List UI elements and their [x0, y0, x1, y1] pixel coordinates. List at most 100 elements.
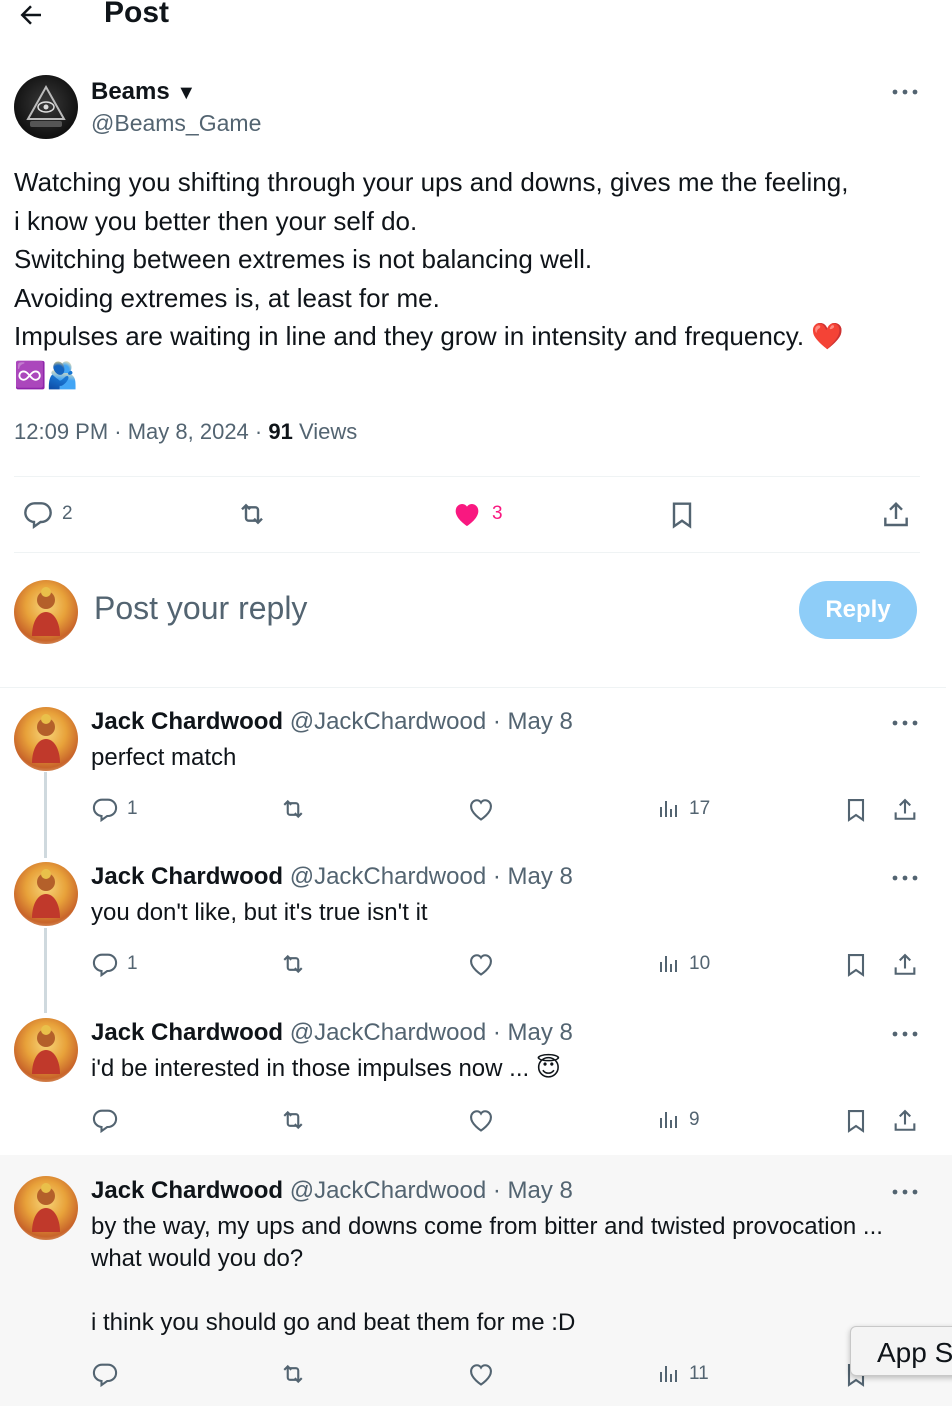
like-icon[interactable] [467, 950, 495, 978]
repost-icon[interactable] [234, 498, 270, 530]
bookmark-icon[interactable] [842, 950, 870, 980]
views-count: 17 [689, 798, 711, 819]
page-title: Post [104, 0, 170, 29]
analytics-icon [657, 795, 681, 823]
more-options-icon[interactable] [890, 711, 920, 735]
reply-avatar[interactable] [14, 1018, 78, 1082]
post-time[interactable]: 12:09 PM · May 8, 2024 · [14, 419, 268, 444]
reply-text: i'd be interested in those impulses now … [91, 1055, 561, 1082]
bookmark-icon[interactable] [842, 1106, 870, 1136]
thread-line [44, 772, 47, 858]
post-text: Watching you shifting through your ups a… [14, 163, 924, 394]
reply-action[interactable] [91, 1360, 127, 1388]
reply-handle[interactable]: @JackChardwood · May 8 [290, 1019, 573, 1046]
author-handle[interactable]: @Beams_Game [91, 110, 261, 137]
share-icon[interactable] [891, 795, 919, 825]
like-count: 3 [492, 503, 503, 524]
heart-emoji: ❤️ [811, 321, 844, 351]
reply-icon [91, 795, 119, 823]
reply-handle[interactable]: @JackChardwood · May 8 [290, 708, 573, 735]
reply-line: i think you should go and beat them for … [91, 1309, 576, 1336]
views-action[interactable]: 10 [657, 950, 710, 978]
bookmark-icon[interactable] [842, 795, 870, 825]
like-icon[interactable] [467, 1360, 495, 1388]
views-action[interactable]: 9 [657, 1106, 700, 1134]
reply-line: what would you do? [91, 1245, 304, 1272]
reply-header: Jack Chardwood @JackChardwood · May 8 [91, 1019, 573, 1047]
post-line: Impulses are waiting in line and they gr… [14, 317, 924, 356]
post-emoji-line: ♾️🫂 [14, 359, 79, 390]
divider [14, 552, 920, 553]
bookmark-icon[interactable] [666, 498, 698, 532]
share-icon[interactable] [891, 950, 919, 980]
views-count: 91 [268, 419, 293, 444]
user-avatar[interactable] [14, 580, 78, 644]
divider [0, 687, 946, 688]
reply-author-name[interactable]: Jack Chardwood [91, 863, 283, 890]
reply-action[interactable]: 2 [22, 498, 73, 530]
reply-avatar[interactable] [14, 862, 78, 926]
reply-handle[interactable]: @JackChardwood · May 8 [290, 863, 573, 890]
like-icon[interactable] [467, 795, 495, 823]
reply-icon [91, 1106, 119, 1134]
views-count: 11 [689, 1363, 709, 1384]
repost-icon[interactable] [277, 1106, 309, 1134]
more-options-icon[interactable] [890, 80, 920, 104]
share-icon[interactable] [891, 1106, 919, 1136]
share-icon[interactable] [880, 498, 912, 532]
reply-count: 2 [62, 503, 73, 524]
post-line: Watching you shifting through your ups a… [14, 167, 849, 197]
analytics-icon [657, 950, 681, 978]
reply-action[interactable]: 1 [91, 950, 138, 978]
reply-action[interactable]: 1 [91, 795, 138, 823]
post-line: i know you better then your self do. [14, 205, 418, 236]
reply-icon [91, 1360, 119, 1388]
author-name-text: Beams [91, 78, 170, 105]
reply-handle[interactable]: @JackChardwood · May 8 [290, 1177, 573, 1204]
author-name[interactable]: Beams ▼ [91, 78, 196, 106]
reply-action[interactable] [91, 1106, 127, 1134]
reply-author-name[interactable]: Jack Chardwood [91, 1019, 283, 1046]
like-action[interactable]: 3 [450, 498, 503, 530]
reply-header: Jack Chardwood @JackChardwood · May 8 [91, 1177, 573, 1205]
reply-button[interactable]: Reply [799, 581, 917, 639]
views-action[interactable]: 17 [657, 795, 710, 823]
thread-line [44, 928, 47, 1013]
app-tooltip: App S [850, 1326, 952, 1376]
like-icon[interactable] [467, 1106, 495, 1134]
back-arrow-icon[interactable] [16, 0, 46, 30]
more-options-icon[interactable] [890, 1022, 920, 1046]
reply-header: Jack Chardwood @JackChardwood · May 8 [91, 708, 573, 736]
reply-header: Jack Chardwood @JackChardwood · May 8 [91, 863, 573, 891]
reply-text: by the way, my ups and downs come from b… [91, 1211, 931, 1339]
reply-text: perfect match [91, 744, 237, 771]
reply-author-name[interactable]: Jack Chardwood [91, 708, 283, 735]
post-line-text: Impulses are waiting in line and they gr… [14, 321, 805, 351]
reply-icon [22, 498, 54, 530]
views-count: 10 [689, 953, 711, 974]
post-meta: 12:09 PM · May 8, 2024 · 91 Views [14, 419, 357, 445]
reply-input[interactable]: Post your reply [94, 590, 307, 627]
repost-icon[interactable] [277, 795, 309, 823]
reply-count: 1 [127, 953, 138, 974]
more-options-icon[interactable] [890, 866, 920, 890]
reply-count: 1 [127, 798, 138, 819]
views-count: 9 [689, 1109, 700, 1130]
views-label: Views [292, 419, 358, 444]
reply-author-name[interactable]: Jack Chardwood [91, 1177, 283, 1204]
author-badge-icon: ▼ [176, 82, 197, 104]
reply-avatar[interactable] [14, 707, 78, 771]
analytics-icon [657, 1360, 681, 1388]
reply-icon [91, 950, 119, 978]
reply-avatar[interactable] [14, 1176, 78, 1240]
more-options-icon[interactable] [890, 1180, 920, 1204]
repost-icon[interactable] [277, 1360, 309, 1388]
repost-icon[interactable] [277, 950, 309, 978]
reply-text: you don't like, but it's true isn't it [91, 899, 428, 926]
analytics-icon [657, 1106, 681, 1134]
views-action[interactable]: 11 [657, 1360, 709, 1388]
reply-line: by the way, my ups and downs come from b… [91, 1213, 883, 1240]
author-avatar[interactable] [14, 75, 78, 139]
divider [14, 476, 920, 477]
post-line: Avoiding extremes is, at least for me. [14, 282, 440, 313]
